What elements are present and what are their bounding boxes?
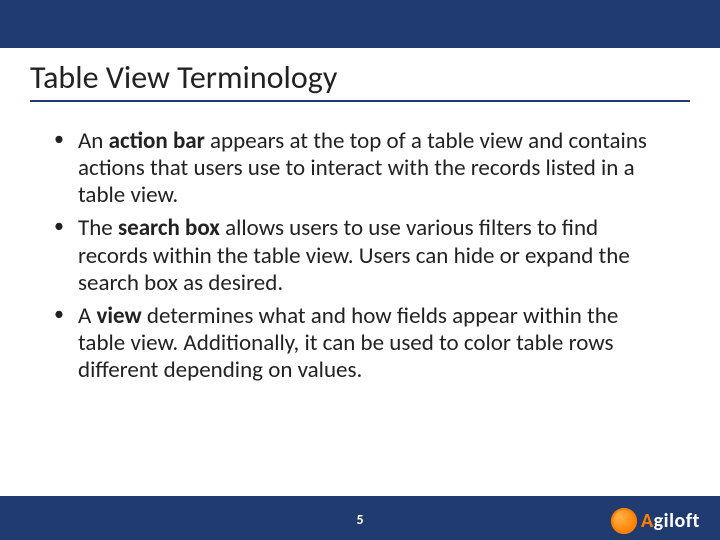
bullet-marker: • xyxy=(54,215,64,239)
bullet-item: • A view determines what and how fields … xyxy=(50,303,670,384)
bullet-bold: search box xyxy=(118,214,220,242)
logo-text: Agiloft xyxy=(641,509,700,533)
logo: Agiloft xyxy=(611,508,700,534)
gear-icon xyxy=(611,508,637,534)
bullet-marker: • xyxy=(54,128,64,152)
bullet-pre: A xyxy=(78,302,97,330)
bullet-pre: An xyxy=(78,127,109,155)
logo-text-white: giloft xyxy=(654,509,700,533)
bullet-bold: view xyxy=(97,302,142,330)
bullet-item: • The search box allows users to use var… xyxy=(50,215,670,296)
bullet-item: • An action bar appears at the top of a … xyxy=(50,128,670,209)
slide-title: Table View Terminology xyxy=(30,58,337,97)
bullet-post: determines what and how fields appear wi… xyxy=(78,302,618,384)
title-rule xyxy=(30,100,690,102)
logo-text-orange: A xyxy=(641,509,654,533)
bullet-bold: action bar xyxy=(109,127,205,155)
top-band xyxy=(0,0,720,48)
bullet-pre: The xyxy=(78,214,118,242)
bullet-marker: • xyxy=(54,303,64,327)
slide: Table View Terminology • An action bar a… xyxy=(0,0,720,540)
body-text: • An action bar appears at the top of a … xyxy=(50,128,670,390)
